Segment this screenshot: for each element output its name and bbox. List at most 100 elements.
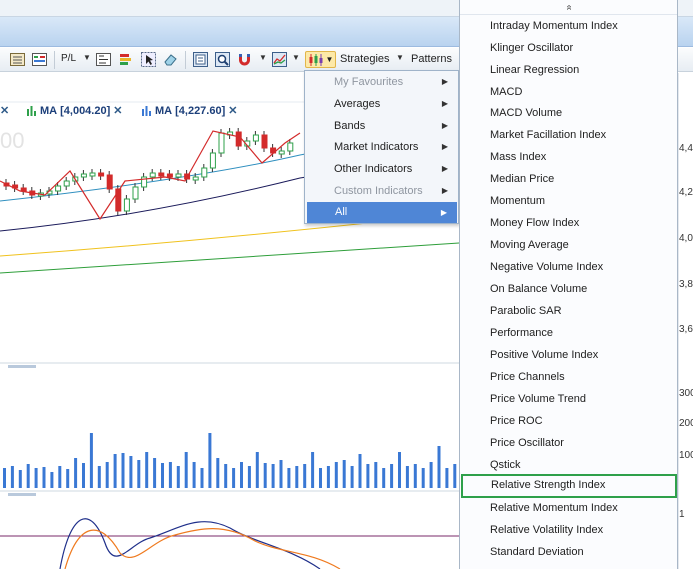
volume-bar (10, 466, 14, 488)
menu-item-label: Market Indicators (334, 141, 419, 153)
list-item-money-flow-index[interactable]: Money Flow Index (460, 212, 677, 234)
select-cursor-icon[interactable] (140, 51, 157, 68)
legend-value: [4,004.20] (60, 104, 111, 117)
list-item-positive-volume-index[interactable]: Positive Volume Index (460, 344, 677, 366)
list-item-mass-index[interactable]: Mass Index (460, 146, 677, 168)
list-item-moving-average[interactable]: Moving Average (460, 234, 677, 256)
list-item-standard-deviation[interactable]: Standard Deviation (460, 541, 677, 563)
volume-bar (295, 466, 299, 488)
axis-label: 200 (679, 418, 693, 429)
grid-chart-icon[interactable] (9, 51, 26, 68)
volume-bar (255, 452, 259, 488)
list-item-parabolic-sar[interactable]: Parabolic SAR (460, 300, 677, 322)
volume-bar (350, 466, 354, 488)
volume-bar (3, 468, 6, 488)
submenu-arrow-icon: ▶ (441, 77, 448, 86)
volume-bar (82, 463, 85, 488)
eraser-icon[interactable] (162, 51, 179, 68)
color-bars-icon[interactable] (117, 51, 134, 68)
table-icon[interactable] (31, 51, 48, 68)
chevron-down-icon[interactable]: ▼ (83, 53, 91, 62)
chevron-down-icon[interactable]: ▼ (292, 53, 300, 62)
axis-label: 4,0 (679, 233, 693, 244)
menu-item-market-indicators[interactable]: Market Indicators ▶ (306, 136, 458, 158)
legend-item-ma-1: MA [4,004.20] ✕ (26, 104, 122, 117)
menu-item-averages[interactable]: Averages ▶ (306, 93, 458, 115)
list-item-relative-volatility-index[interactable]: Relative Volatility Index (460, 519, 677, 541)
volume-bar (421, 468, 425, 488)
list-item-on-balance-volume[interactable]: On Balance Volume (460, 278, 677, 300)
axis-label: 3,6 (679, 324, 693, 335)
close-icon[interactable]: ✕ (0, 104, 9, 117)
price-scale-icon[interactable] (95, 51, 112, 68)
strategies-button[interactable]: Strategies (340, 53, 390, 65)
list-item-momentum[interactable]: Momentum (460, 190, 677, 212)
volume-bar (279, 460, 283, 488)
ma-line-green (0, 242, 460, 274)
list-item-intraday-momentum-index[interactable]: Intraday Momentum Index (460, 15, 677, 37)
list-item-performance[interactable]: Performance (460, 322, 677, 344)
pane-grip (8, 365, 36, 368)
list-item-price-roc[interactable]: Price ROC (460, 410, 677, 432)
volume-bar (216, 458, 220, 488)
chart-type-icon[interactable] (271, 51, 288, 68)
chevron-down-icon: ▼ (325, 55, 334, 64)
volume-bar (437, 446, 441, 488)
candle-body (192, 176, 199, 181)
pl-button[interactable]: P/L (61, 53, 76, 64)
volume-bar (89, 433, 93, 488)
indicators-button[interactable]: ▼ (305, 51, 336, 68)
volume-bar (366, 464, 370, 488)
volume-bar (18, 470, 22, 488)
menu-item-label: Averages (334, 98, 381, 110)
legend-label: MA (40, 104, 58, 117)
oscillator-line-navy (59, 518, 321, 569)
menu-item-label: Custom Indicators (334, 185, 423, 197)
chevron-down-icon[interactable]: ▼ (259, 53, 267, 62)
axis-label: 300 (679, 388, 693, 399)
menu-item-bands[interactable]: Bands ▶ (306, 115, 458, 137)
list-item-median-price[interactable]: Median Price (460, 168, 677, 190)
list-item-relative-momentum-index[interactable]: Relative Momentum Index (460, 497, 677, 519)
candle-body (209, 152, 216, 169)
axis-label: 1 (679, 509, 685, 520)
list-item-macd[interactable]: MACD (460, 81, 677, 103)
volume-bar (319, 468, 322, 488)
volume-bar (129, 456, 133, 488)
menu-item-other-indicators[interactable]: Other Indicators ▶ (306, 158, 458, 180)
magnet-icon[interactable] (236, 51, 253, 68)
list-item-klinger-oscillator[interactable]: Klinger Oscillator (460, 37, 677, 59)
patterns-button[interactable]: Patterns (411, 53, 452, 65)
list-item-linear-regression[interactable]: Linear Regression (460, 59, 677, 81)
list-item-qstick[interactable]: Qstick (460, 454, 677, 476)
menu-item-all[interactable]: All ▶ (307, 202, 457, 223)
volume-bar (66, 469, 70, 488)
chart-properties-icon[interactable] (192, 51, 209, 68)
submenu-arrow-icon: ▶ (440, 208, 447, 217)
menu-item-custom-indicators: Custom Indicators ▶ (306, 180, 458, 202)
chevron-down-icon[interactable]: ▼ (396, 53, 404, 62)
volume-bar (26, 464, 30, 488)
menu-item-label: Other Indicators (334, 163, 413, 175)
bar-series-icon (142, 106, 151, 116)
close-icon[interactable]: ✕ (228, 104, 237, 117)
list-item-negative-volume-index[interactable]: Negative Volume Index (460, 256, 677, 278)
list-item-relative-strength-index[interactable]: Relative Strength Index (461, 474, 677, 498)
list-item-price-oscillator[interactable]: Price Oscillator (460, 432, 677, 454)
scroll-up-button[interactable]: » (460, 0, 677, 15)
candle-body (218, 132, 225, 154)
list-item-macd-volume[interactable]: MACD Volume (460, 102, 677, 124)
volume-bar (342, 460, 346, 488)
list-item-price-volume-trend[interactable]: Price Volume Trend (460, 388, 677, 410)
zoom-icon[interactable] (214, 51, 231, 68)
candle-body (278, 150, 285, 155)
volume-bar (168, 462, 172, 488)
list-item-market-facillation-index[interactable]: Market Facillation Index (460, 124, 677, 146)
candle-body (63, 180, 70, 187)
submenu-arrow-icon: ▶ (441, 142, 448, 151)
list-item-price-channels[interactable]: Price Channels (460, 366, 677, 388)
candle-body (175, 173, 182, 178)
volume-bar (334, 462, 338, 488)
volume-bar (311, 452, 315, 488)
close-icon[interactable]: ✕ (113, 104, 122, 117)
